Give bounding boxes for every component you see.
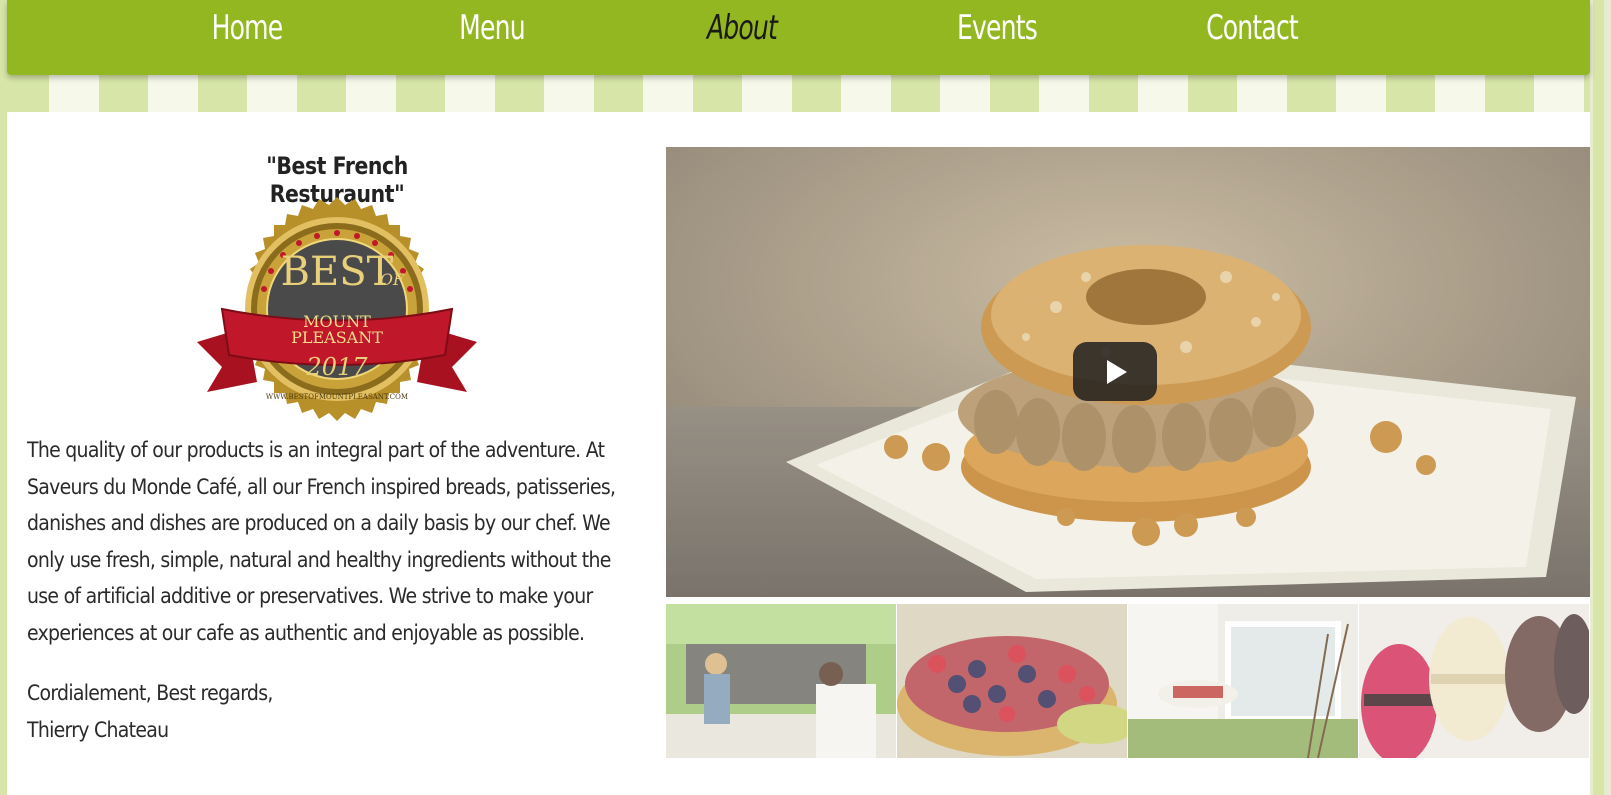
thumbnail-cafe-counter[interactable] bbox=[666, 604, 896, 758]
badge-best-text: BEST bbox=[281, 249, 394, 295]
signoff-block: Cordialement, Best regards, Thierry Chat… bbox=[27, 675, 427, 748]
badge-url-text: WWW.BESTOFMOUNTPLEASANT.COM bbox=[266, 393, 408, 401]
badge-pleasant-text: PLEASANT bbox=[291, 328, 383, 347]
thumbnail-strip bbox=[666, 604, 1590, 758]
nav-home-link[interactable]: Home bbox=[202, 8, 292, 58]
thumbnail-berry-tart[interactable] bbox=[897, 604, 1127, 758]
nav-events-link[interactable]: Events bbox=[948, 8, 1046, 58]
thumbnail-macarons[interactable] bbox=[1359, 604, 1589, 758]
main-navigation: Home Menu About Events Contact bbox=[7, 0, 1590, 75]
page-border-right bbox=[1590, 0, 1611, 795]
best-of-badge: BEST OF MOUNT PLEASANT 2017 WWW.BESTOFMO… bbox=[187, 197, 487, 427]
nav-contact-link[interactable]: Contact bbox=[1199, 8, 1306, 58]
signoff-greeting: Cordialement, Best regards, bbox=[27, 681, 273, 705]
about-paragraph: The quality of our products is an integr… bbox=[27, 432, 627, 651]
badge-of-text: OF bbox=[380, 270, 405, 289]
video-player[interactable] bbox=[666, 147, 1590, 597]
badge-year-text: 2017 bbox=[305, 353, 368, 381]
about-paragraph-text: The quality of our products is an integr… bbox=[27, 438, 616, 645]
page-border-left bbox=[0, 0, 7, 795]
signoff-signature: Thierry Chateau bbox=[27, 717, 169, 742]
play-icon[interactable] bbox=[1073, 342, 1157, 401]
about-content: "Best French Resturaunt" BEST OF MOUNT P… bbox=[7, 112, 1590, 795]
nav-menu-link[interactable]: Menu bbox=[447, 8, 537, 58]
nav-about-link[interactable]: About bbox=[697, 8, 787, 58]
thumbnail-cafe-window-table[interactable] bbox=[1128, 604, 1358, 758]
